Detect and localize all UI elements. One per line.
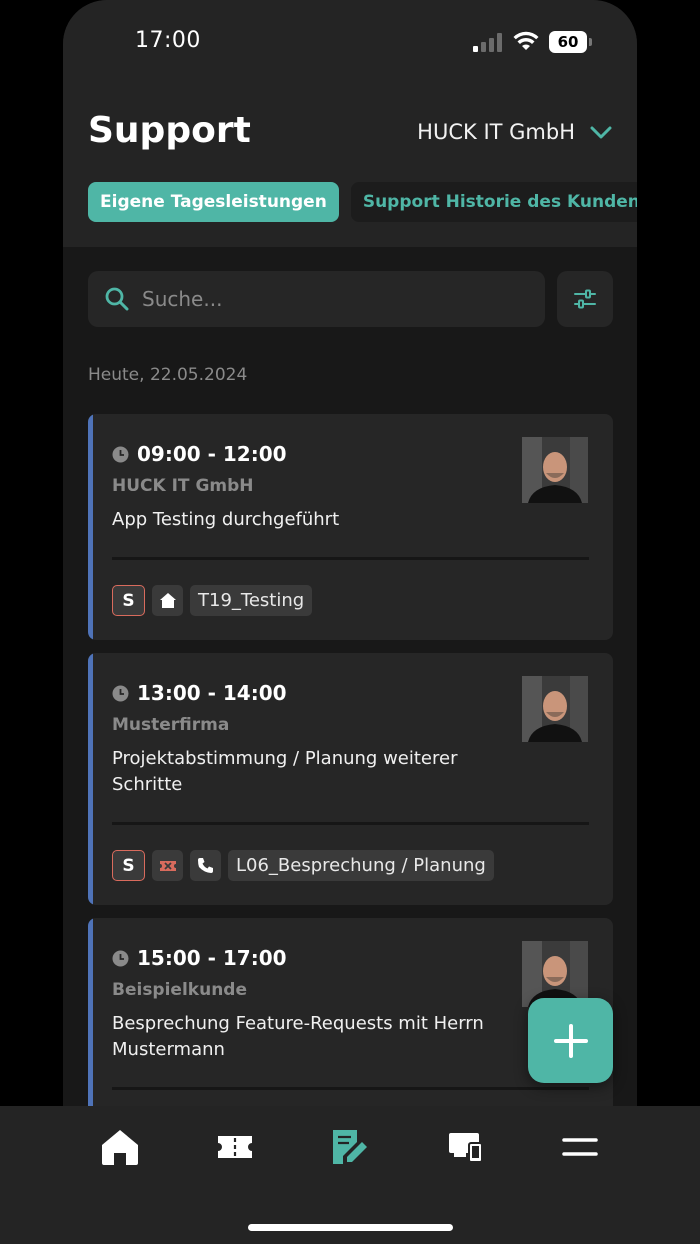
entry-time-text: 13:00 - 14:00 xyxy=(137,681,287,705)
chevron-down-icon xyxy=(590,126,612,139)
header-area: 17:00 60 Support HUCK IT GmbH Eigene Tag… xyxy=(63,0,637,247)
phone-chip xyxy=(190,850,221,881)
battery-indicator: 60 xyxy=(549,31,587,53)
avatar xyxy=(522,437,588,503)
entry-time-text: 15:00 - 17:00 xyxy=(137,946,287,970)
entry-time: 13:00 - 14:00 xyxy=(112,681,287,705)
add-entry-button[interactable] xyxy=(528,998,613,1083)
support-type-chip: S xyxy=(112,850,145,881)
entry-description: App Testing durchgeführt xyxy=(112,509,340,530)
tab-customer-support-history[interactable]: Support Historie des Kunden xyxy=(350,182,637,222)
activity-tag-chip: T19_Testing xyxy=(190,585,313,616)
home-icon xyxy=(102,1130,138,1165)
wifi-icon xyxy=(513,31,539,50)
service-entry-card[interactable]: 09:00 - 12:00 HUCK IT GmbH App Testing d… xyxy=(88,414,613,640)
date-label: Heute, 22.05.2024 xyxy=(88,365,248,385)
entry-description: Besprechung Feature-Requests mit Herrn M… xyxy=(112,1013,484,1060)
home-indicator xyxy=(248,1224,453,1231)
card-accent-bar xyxy=(88,414,93,640)
entry-time-text: 09:00 - 12:00 xyxy=(137,442,287,466)
ticket-crossed-icon xyxy=(159,860,176,871)
tab-own-daily-services[interactable]: Eigene Tagesleistungen xyxy=(88,182,339,222)
card-divider xyxy=(112,557,589,560)
entry-customer: HUCK IT GmbH xyxy=(112,476,254,496)
activity-tag-chip: L06_Besprechung / Planung xyxy=(228,850,494,881)
devices-icon xyxy=(449,1133,483,1163)
chip-row: S L06_Besprechung / Planung xyxy=(112,850,494,881)
nav-devices[interactable] xyxy=(440,1126,490,1168)
clock-icon xyxy=(112,685,129,701)
nav-menu[interactable] xyxy=(555,1126,605,1168)
menu-icon xyxy=(562,1138,598,1156)
phone-icon xyxy=(198,858,213,873)
entry-customer: Beispielkunde xyxy=(112,980,247,1000)
home-icon xyxy=(159,593,176,608)
plus-icon xyxy=(553,1023,588,1058)
page-title: Support xyxy=(88,110,251,151)
nav-tickets[interactable] xyxy=(210,1126,260,1168)
clock-icon xyxy=(112,446,129,462)
avatar xyxy=(522,676,588,742)
entry-description: Projektabstimmung / Planung weiterer Sch… xyxy=(112,748,458,795)
ticket-icon xyxy=(218,1136,252,1158)
entry-customer: Musterfirma xyxy=(112,715,230,735)
battery-nub xyxy=(589,38,592,46)
tab-bar: Eigene Tagesleistungen Support Historie … xyxy=(88,182,637,222)
entry-time: 09:00 - 12:00 xyxy=(112,442,287,466)
search-icon xyxy=(105,287,129,311)
entry-time: 15:00 - 17:00 xyxy=(112,946,287,970)
billing-chip xyxy=(152,850,183,881)
home-office-chip xyxy=(152,585,183,616)
company-name: HUCK IT GmbH xyxy=(417,120,575,144)
signal-icon xyxy=(473,32,502,52)
search-input[interactable] xyxy=(142,287,522,311)
card-divider xyxy=(112,1087,589,1090)
search-bar[interactable] xyxy=(88,271,545,327)
company-selector[interactable]: HUCK IT GmbH xyxy=(417,120,613,144)
filter-sliders-icon xyxy=(574,289,596,309)
filter-button[interactable] xyxy=(557,271,613,327)
card-accent-bar xyxy=(88,653,93,905)
nav-services[interactable] xyxy=(325,1126,375,1168)
service-entry-card[interactable]: 13:00 - 14:00 Musterfirma Projektabstimm… xyxy=(88,653,613,905)
nav-home[interactable] xyxy=(95,1126,145,1168)
edit-document-icon xyxy=(333,1130,367,1164)
card-divider xyxy=(112,822,589,825)
phone-screen: 17:00 60 Support HUCK IT GmbH Eigene Tag… xyxy=(63,0,637,1244)
support-type-chip: S xyxy=(112,585,145,616)
clock-icon xyxy=(112,950,129,966)
status-time: 17:00 xyxy=(135,28,201,53)
chip-row: S T19_Testing xyxy=(112,585,313,616)
